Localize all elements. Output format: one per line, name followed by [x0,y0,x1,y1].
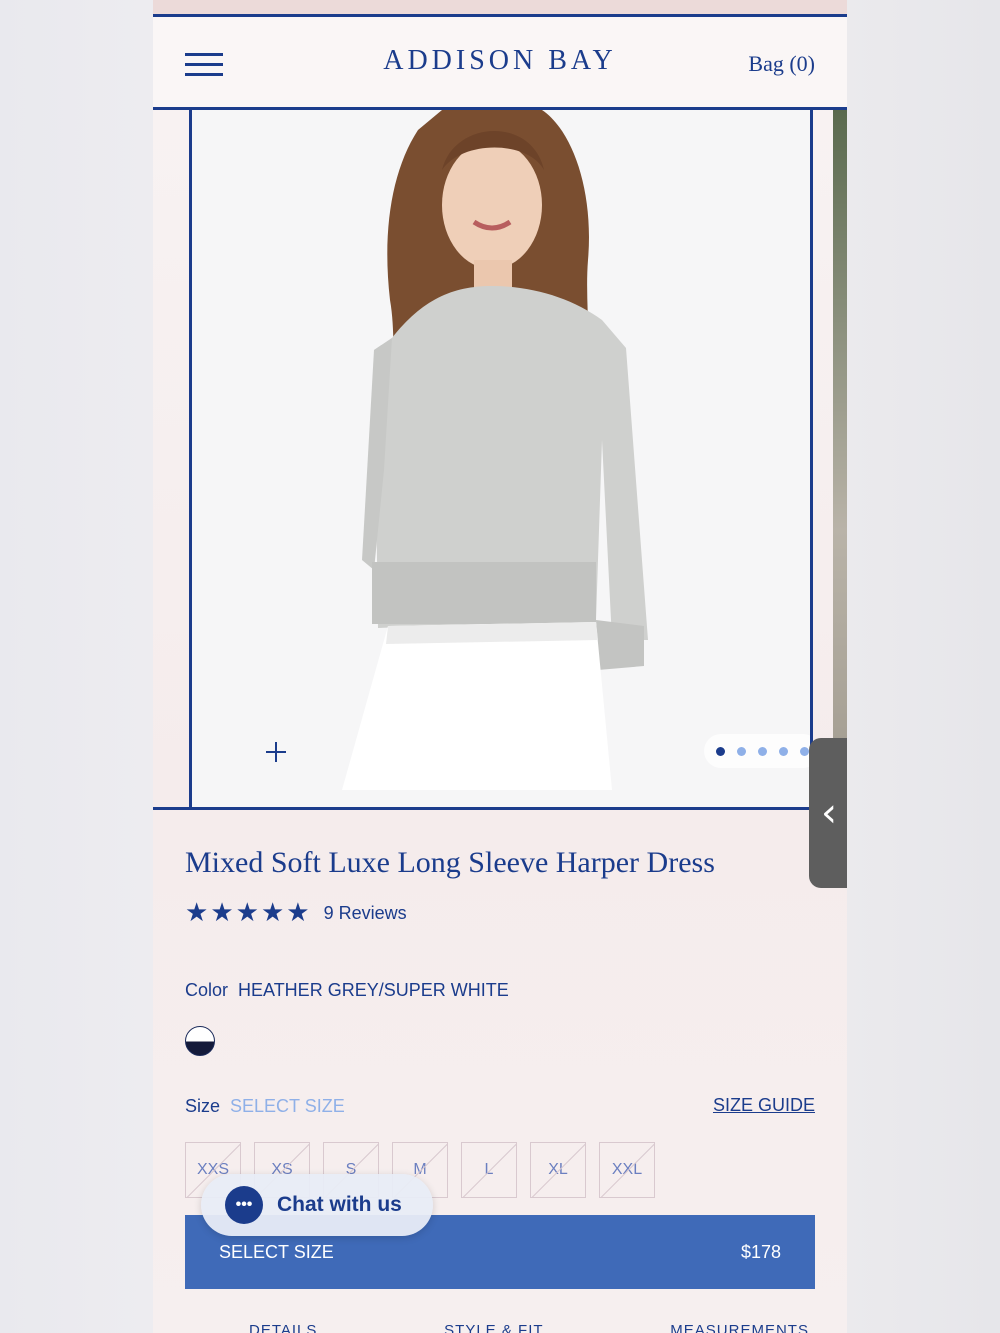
bag-link[interactable]: Bag (0) [748,51,815,77]
chat-label: Chat with us [277,1193,402,1216]
next-product-image-peek[interactable] [833,110,847,807]
carousel-dot[interactable] [799,746,809,756]
model-photo [192,110,810,807]
carousel-dot[interactable] [715,746,725,756]
color-value: HEATHER GREY/SUPER WHITE [238,980,509,1000]
chat-button[interactable]: ••• Chat with us [201,1174,433,1236]
tab-details[interactable]: DETAILS [249,1322,317,1333]
reviews-link[interactable]: 9 Reviews [324,903,407,924]
brand-logo[interactable]: ADDISON BAY [153,45,847,77]
star-icon: ★ [235,898,259,928]
carousel-dots[interactable] [704,734,810,768]
product-info-tabs: DETAILS STYLE & FIT MEASUREMENTS [249,1322,809,1333]
cta-price: $178 [740,1241,781,1262]
star-icon: ★ [185,898,209,928]
size-selected-value: SELECT SIZE [230,1096,345,1116]
size-option-l[interactable]: L [461,1142,517,1198]
chevron-left-icon: ‹ [821,790,837,836]
size-label: Size [185,1096,221,1116]
carousel-dot[interactable] [736,746,746,756]
product-rating[interactable]: ★ ★ ★ ★ ★ 9 Reviews [185,900,407,926]
cta-label: SELECT SIZE [219,1241,334,1262]
phone-screen: ADDISON BAY Bag (0) ‹ Mixed Soft Luxe Lo… [153,0,847,1333]
star-icon: ★ [210,898,234,928]
size-option-xxl[interactable]: XXL [599,1142,655,1198]
product-gallery[interactable] [153,110,847,810]
color-label: Color [185,980,229,1000]
color-swatch[interactable] [185,1026,215,1056]
side-drawer-tab[interactable]: ‹ [809,738,847,888]
zoom-plus-icon[interactable] [264,740,288,764]
product-title: Mixed Soft Luxe Long Sleeve Harper Dress [185,846,715,879]
size-option-xl[interactable]: XL [530,1142,586,1198]
status-strip [153,0,847,14]
tab-measurements[interactable]: MEASUREMENTS [670,1322,809,1333]
site-header: ADDISON BAY Bag (0) [153,14,847,110]
star-icon: ★ [260,898,285,928]
carousel-dot[interactable] [778,746,788,756]
star-icon: ★ [286,898,310,928]
product-image[interactable] [189,110,813,807]
color-row: Color HEATHER GREY/SUPER WHITE [185,980,509,1001]
tab-style-fit[interactable]: STYLE & FIT [444,1322,543,1333]
size-row: Size SELECT SIZE [185,1096,345,1117]
chat-bubble-icon: ••• [225,1186,263,1224]
size-guide-link[interactable]: SIZE GUIDE [713,1095,815,1116]
carousel-dot[interactable] [757,746,767,756]
